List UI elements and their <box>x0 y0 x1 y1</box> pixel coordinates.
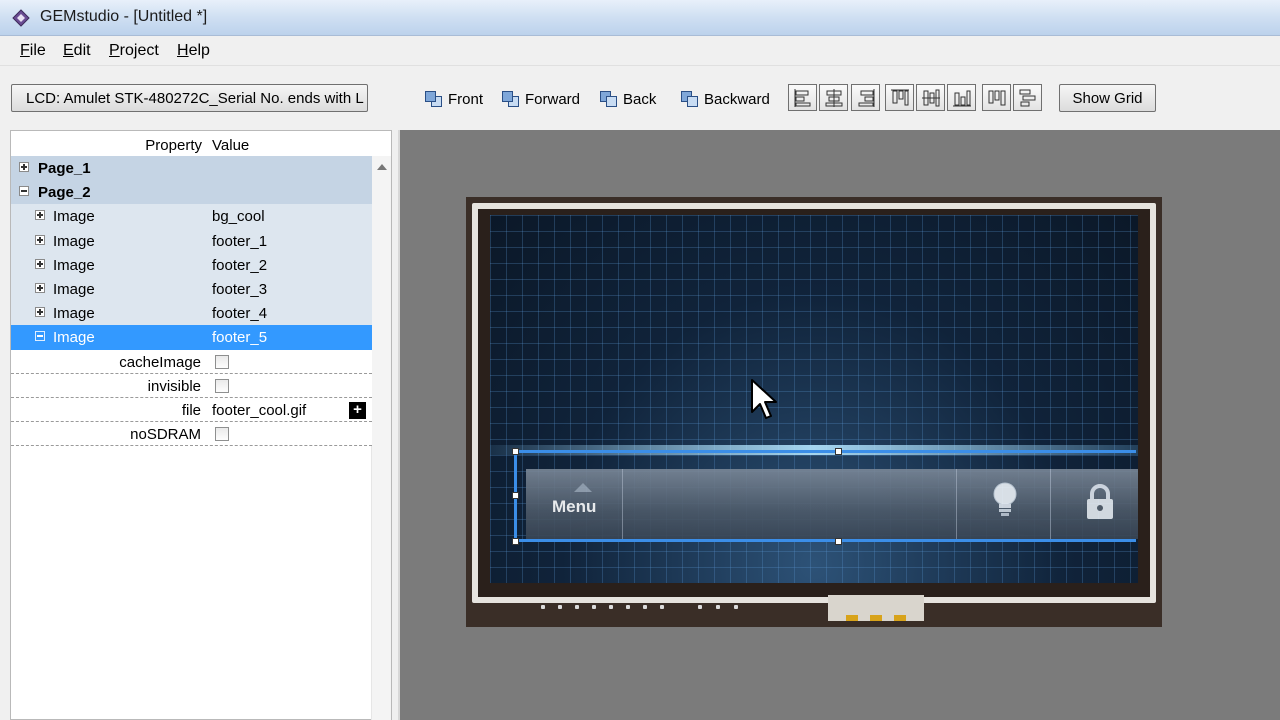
property-file: file footer_cool.gif + <box>11 397 372 423</box>
same-width-icon <box>988 90 1006 106</box>
expand-plus-icon[interactable] <box>35 258 45 269</box>
app-logo-icon <box>12 9 30 27</box>
lcd-device: Menu <box>466 197 1162 627</box>
front-button[interactable]: Front <box>424 87 483 111</box>
align-top-button[interactable] <box>885 84 914 111</box>
tree-item-image[interactable]: Image footer_1 <box>11 228 372 253</box>
pcb-dot <box>734 605 738 609</box>
pcb-dot <box>558 605 562 609</box>
pcb-dot <box>575 605 579 609</box>
align-middle-button[interactable] <box>916 84 945 111</box>
title-bar: GEMstudio - [Untitled *] <box>0 0 1280 36</box>
resize-handle[interactable] <box>512 448 519 455</box>
bring-front-icon <box>424 89 444 109</box>
align-middle-icon <box>922 89 940 107</box>
browse-file-button[interactable]: + <box>349 401 366 419</box>
cache-image-checkbox[interactable] <box>215 354 229 369</box>
connector-pin <box>846 615 858 621</box>
property-scrollbar[interactable] <box>371 156 391 720</box>
connector-pin <box>894 615 906 621</box>
expand-plus-icon[interactable] <box>35 210 45 221</box>
selection-outline[interactable] <box>514 450 1136 542</box>
invisible-checkbox[interactable] <box>215 378 229 393</box>
expand-plus-icon[interactable] <box>35 307 45 318</box>
show-grid-button[interactable]: Show Grid <box>1059 84 1156 112</box>
property-invisible: invisible <box>11 373 372 398</box>
tree-item-image[interactable]: Image footer_3 <box>11 276 372 302</box>
pcb-dot <box>660 605 664 609</box>
send-backward-icon <box>680 89 700 109</box>
backward-button[interactable]: Backward <box>680 87 770 111</box>
align-center-button[interactable] <box>819 84 848 111</box>
pcb-dot <box>698 605 702 609</box>
back-button[interactable]: Back <box>599 87 656 111</box>
connector-pin <box>870 615 882 621</box>
same-width-button[interactable] <box>982 84 1011 111</box>
tree-item-page2[interactable]: Page_2 <box>11 180 372 205</box>
expand-plus-icon[interactable] <box>35 234 45 245</box>
expand-plus-icon[interactable] <box>35 282 45 293</box>
tree-item-image-selected[interactable]: Image footer_5 <box>11 325 372 350</box>
lcd-pcb-edge <box>466 603 1162 627</box>
window-title: GEMstudio - [Untitled *] <box>40 8 208 25</box>
send-back-icon <box>599 89 619 109</box>
menu-edit[interactable]: Edit <box>63 42 91 60</box>
bring-forward-icon <box>501 89 521 109</box>
expand-plus-icon[interactable] <box>19 162 29 172</box>
toolbar: LCD: Amulet STK-480272C_Serial No. ends … <box>0 67 1280 127</box>
pcb-dot <box>626 605 630 609</box>
pcb-dot <box>541 605 545 609</box>
menu-file[interactable]: File <box>20 42 46 60</box>
align-center-icon <box>825 89 843 107</box>
align-bottom-icon <box>953 90 971 107</box>
align-bottom-button[interactable] <box>947 84 976 111</box>
property-column-header: Property <box>145 137 202 154</box>
menu-project[interactable]: Project <box>109 42 159 60</box>
same-height-button[interactable] <box>1013 84 1042 111</box>
collapse-minus-icon[interactable] <box>35 331 45 342</box>
lcd-connector <box>828 595 924 621</box>
align-right-icon <box>858 89 875 107</box>
resize-handle[interactable] <box>512 538 519 545</box>
no-sdram-checkbox[interactable] <box>215 427 229 442</box>
pcb-dot <box>609 605 613 609</box>
property-header: Property Value <box>11 131 373 156</box>
mouse-cursor-icon <box>751 379 777 419</box>
value-column-header: Value <box>212 137 250 154</box>
resize-handle[interactable] <box>512 492 519 499</box>
collapse-minus-icon[interactable] <box>19 186 29 197</box>
same-height-icon <box>1019 89 1036 107</box>
align-right-button[interactable] <box>851 84 880 111</box>
property-tree: Page_1 Page_2 Image bg_cool Image footer… <box>11 156 372 447</box>
menu-bar: File Edit Project Help <box>0 36 1280 66</box>
lcd-select-button[interactable]: LCD: Amulet STK-480272C_Serial No. ends … <box>11 84 368 112</box>
align-left-icon <box>794 89 811 107</box>
tree-item-image[interactable]: Image footer_4 <box>11 301 372 326</box>
property-panel: Property Value Page_1 Page_2 Image bg_co… <box>10 130 392 720</box>
align-left-button[interactable] <box>788 84 817 111</box>
file-value[interactable]: footer_cool.gif <box>212 402 306 419</box>
resize-handle[interactable] <box>835 538 842 545</box>
pcb-dot <box>716 605 720 609</box>
property-cache-image: cacheImage <box>11 349 372 374</box>
design-canvas[interactable]: Menu <box>398 130 1280 720</box>
menu-help[interactable]: Help <box>177 42 210 60</box>
property-no-sdram: noSDRAM <box>11 422 372 447</box>
pcb-dot <box>643 605 647 609</box>
tree-item-image[interactable]: Image bg_cool <box>11 204 372 229</box>
scroll-up-icon[interactable] <box>377 164 387 170</box>
forward-button[interactable]: Forward <box>501 87 580 111</box>
tree-item-page1[interactable]: Page_1 <box>11 156 372 181</box>
tree-item-image[interactable]: Image footer_2 <box>11 252 372 277</box>
align-top-icon <box>891 89 909 106</box>
pcb-dot <box>592 605 596 609</box>
resize-handle[interactable] <box>835 448 842 455</box>
